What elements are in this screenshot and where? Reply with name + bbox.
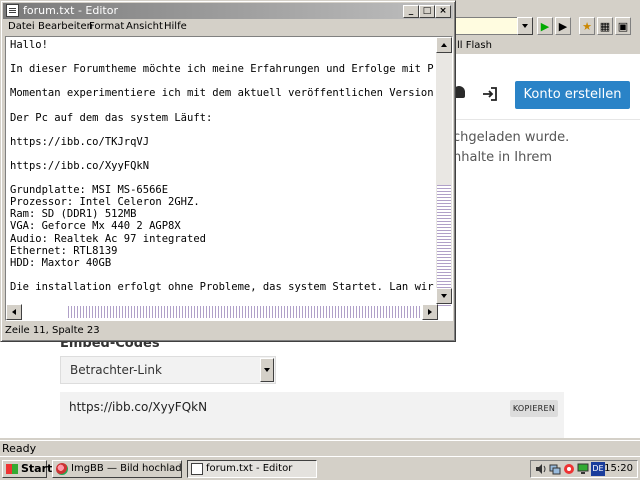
editor-text[interactable]: Hallo! In dieser Forumtheme möchte ich m… <box>10 39 434 293</box>
editor-line[interactable]: Die installation erfolgt ohne Probleme, … <box>10 281 434 293</box>
editor-line[interactable] <box>10 51 434 63</box>
start-button[interactable]: Start <box>2 460 52 478</box>
editor-line[interactable]: Hallo! <box>10 39 434 51</box>
embed-type-select[interactable]: Betrachter-Link <box>60 356 276 384</box>
taskbar-item-browser[interactable]: ImgBB — Bild hochladen — ... <box>52 460 182 478</box>
editor-line[interactable]: Ethernet: RTL8139 <box>10 245 434 257</box>
copy-button[interactable]: KOPIEREN <box>510 400 558 417</box>
editor-line[interactable]: Ram: SD (DDR1) 512MB <box>10 208 434 220</box>
taskbar-item-notepad[interactable]: forum.txt - Editor <box>187 460 317 478</box>
editor-line[interactable]: https://ibb.co/XyyFQkN <box>10 160 434 172</box>
forward-icon[interactable]: ▶ <box>555 17 571 35</box>
start-label: Start <box>21 462 53 475</box>
system-tray: DE 15:20 <box>530 460 638 478</box>
security-icon[interactable] <box>563 463 575 475</box>
scroll-left-icon[interactable] <box>6 304 22 320</box>
clock[interactable]: 15:20 <box>604 463 633 474</box>
menu-hilfe[interactable]: Hilfe <box>164 20 187 34</box>
editor-line[interactable] <box>10 172 434 184</box>
bookmark-star-icon[interactable]: ★ <box>579 17 595 35</box>
editor-line[interactable] <box>10 148 434 160</box>
browser-status-bar: Ready <box>0 440 640 456</box>
editor-line[interactable]: VGA: Geforce Mx 440 2 AGP8X <box>10 220 434 232</box>
taskbar-item-label: ImgBB — Bild hochladen — ... <box>71 463 182 474</box>
address-dropdown-button[interactable] <box>517 17 533 35</box>
editor-line[interactable]: Prozessor: Intel Celeron 2GHZ. <box>10 196 434 208</box>
go-icon[interactable]: ▶ <box>537 17 553 35</box>
editor-line[interactable] <box>10 99 434 111</box>
editor-line[interactable]: https://ibb.co/TKJrqVJ <box>10 136 434 148</box>
language-indicator[interactable]: DE <box>591 462 605 476</box>
frame-icon[interactable]: ▣ <box>615 17 631 35</box>
login-icon[interactable] <box>482 86 498 102</box>
notepad-status-bar: Zeile 11, Spalte 23 <box>3 323 453 339</box>
scroll-right-icon[interactable] <box>422 304 438 320</box>
windows-logo-icon <box>6 464 18 474</box>
taskbar-item-label: forum.txt - Editor <box>206 463 293 474</box>
editor-line[interactable]: Grundplatte: MSI MS-6566E <box>10 184 434 196</box>
address-bar[interactable] <box>455 17 517 35</box>
grid-icon[interactable]: ▦ <box>597 17 613 35</box>
notepad-icon <box>191 463 203 475</box>
scroll-down-icon[interactable] <box>436 288 452 304</box>
text-editor-area[interactable]: Hallo! In dieser Forumtheme möchte ich m… <box>5 36 453 321</box>
vertical-scrollbar[interactable] <box>436 37 452 306</box>
create-account-button[interactable]: Konto erstellen <box>515 81 630 109</box>
upload-info-text: chgeladen wurde. <box>453 130 570 145</box>
network-icon[interactable] <box>549 463 561 475</box>
close-button[interactable]: × <box>435 5 451 18</box>
embed-code-text[interactable]: https://ibb.co/XyyFQkN <box>69 400 207 414</box>
embed-code-box[interactable]: https://ibb.co/XyyFQkN KOPIEREN <box>60 392 564 438</box>
editor-line[interactable] <box>10 269 434 281</box>
minimize-button[interactable]: _ <box>403 5 419 18</box>
cursor-position: Zeile 11, Spalte 23 <box>5 325 100 336</box>
notepad-titlebar[interactable]: forum.txt - Editor _ □ × <box>3 3 453 19</box>
menu-datei[interactable]: Datei <box>8 20 35 34</box>
taskbar: Start ImgBB — Bild hochladen — ... forum… <box>0 456 640 480</box>
monitor-icon[interactable] <box>577 463 589 475</box>
bookmark-item[interactable]: ll Flash <box>455 40 492 51</box>
editor-line[interactable] <box>10 124 434 136</box>
browser-icon <box>56 463 68 475</box>
status-text: Ready <box>2 442 37 455</box>
horizontal-scrollbar[interactable] <box>6 304 438 320</box>
editor-line[interactable]: HDD: Maxtor 40GB <box>10 257 434 269</box>
browser-toolbar: ▶ ▶ ★ ▦ ▣ <box>455 13 640 39</box>
notepad-window: forum.txt - Editor _ □ × Datei Bearbeite… <box>0 0 456 342</box>
menu-format[interactable]: Format <box>89 20 124 34</box>
speaker-icon[interactable] <box>535 463 547 475</box>
notepad-icon[interactable] <box>6 4 19 17</box>
bookmarks-bar: ll Flash <box>455 39 640 53</box>
menu-bearbeiten[interactable]: Bearbeiten <box>38 20 93 34</box>
editor-line[interactable]: Momentan experimentiere ich mit dem aktu… <box>10 87 434 99</box>
editor-line[interactable]: In dieser Forumtheme möchte ich meine Er… <box>10 63 434 75</box>
horizontal-scroll-thumb[interactable] <box>68 306 438 318</box>
maximize-button[interactable]: □ <box>419 5 435 18</box>
window-title: forum.txt - Editor <box>23 4 118 17</box>
editor-line[interactable] <box>10 75 434 87</box>
scroll-up-icon[interactable] <box>436 37 452 53</box>
upload-info-text: nhalte in Ihrem <box>453 150 553 165</box>
menu-ansicht[interactable]: Ansicht <box>126 20 163 34</box>
chevron-down-icon[interactable] <box>260 358 274 382</box>
menu-bar: Datei Bearbeiten Format Ansicht Hilfe <box>3 19 453 35</box>
embed-type-value: Betrachter-Link <box>70 363 162 377</box>
editor-line[interactable]: Der Pc auf dem das system Läuft: <box>10 112 434 124</box>
editor-line[interactable]: Audio: Realtek Ac 97 integrated <box>10 233 434 245</box>
